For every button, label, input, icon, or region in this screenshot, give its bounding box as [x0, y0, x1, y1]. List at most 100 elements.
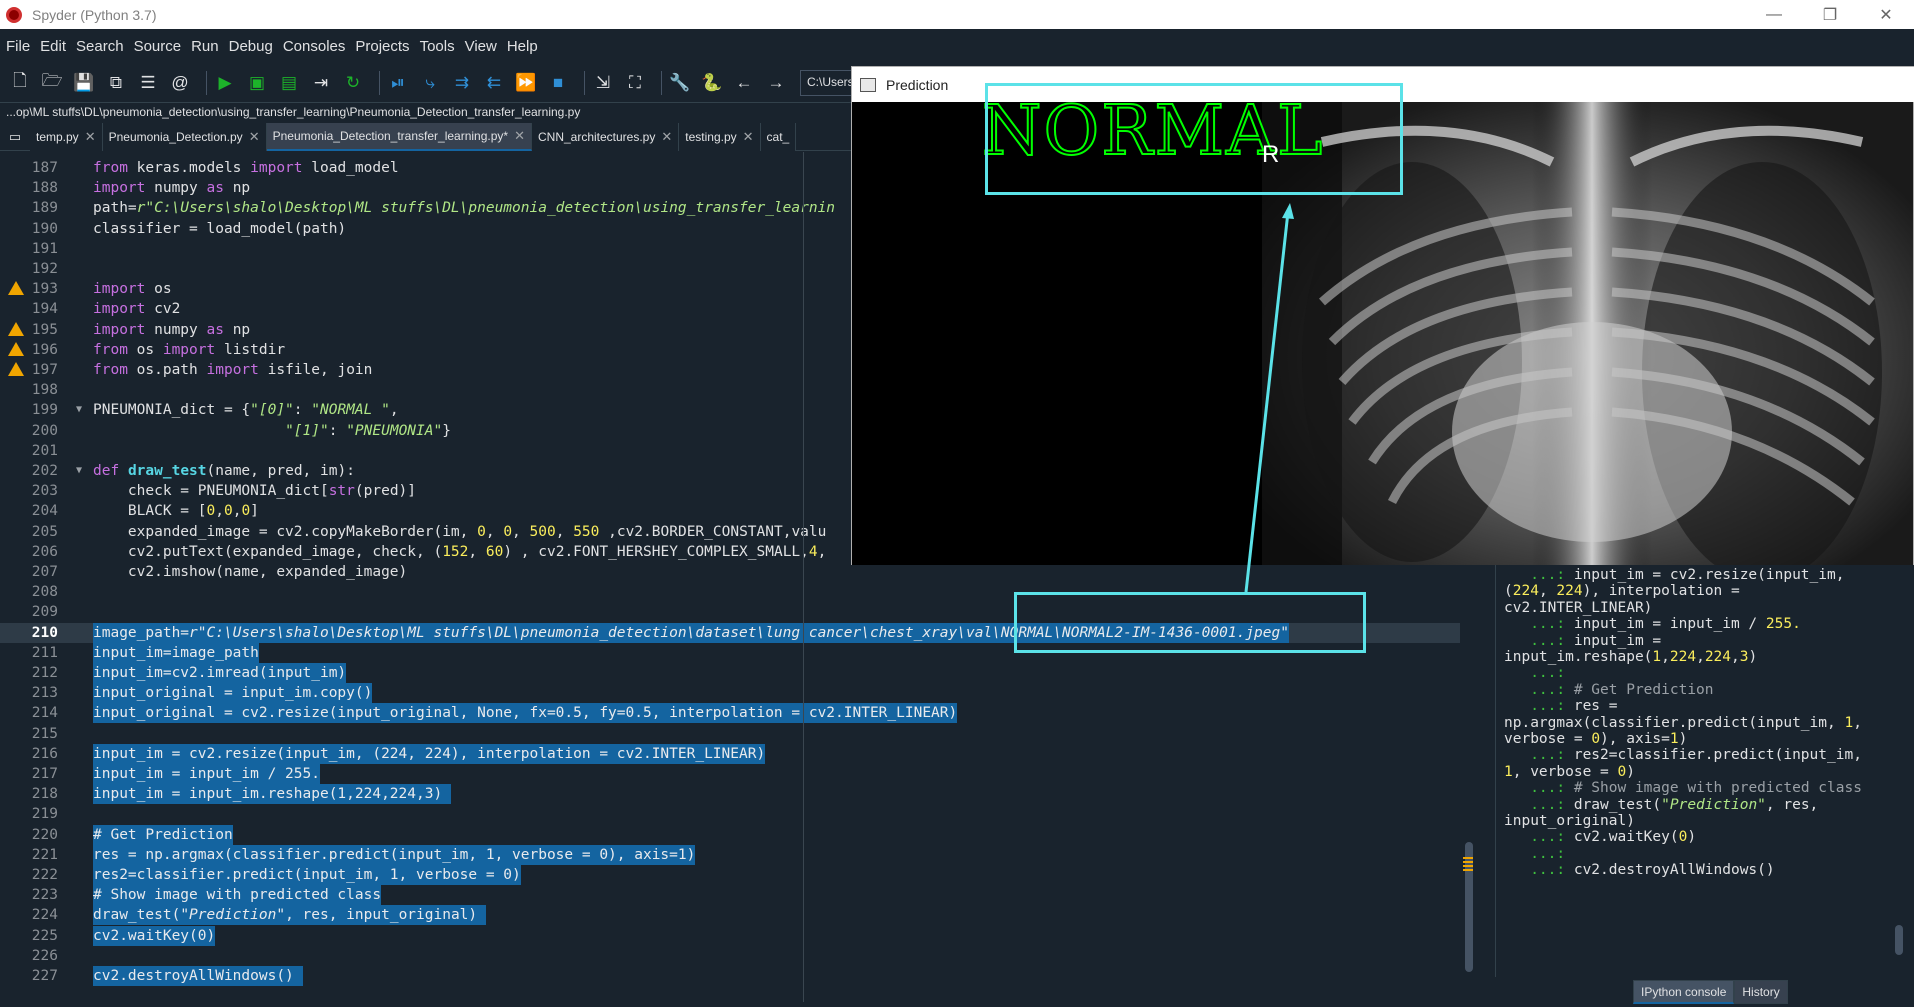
- tab-cat[interactable]: cat_: [760, 123, 797, 151]
- line-number: 207: [31, 564, 58, 580]
- code-text: import os: [93, 281, 172, 298]
- python-path-icon[interactable]: 🐍: [700, 71, 724, 95]
- code-line[interactable]: 222 res2=classifier.predict(input_im, 1, …: [0, 865, 1460, 885]
- menu-file[interactable]: File: [6, 38, 30, 55]
- code-line[interactable]: 214 input_original = cv2.resize(input_ori…: [0, 703, 1460, 724]
- line-number: 205: [31, 523, 58, 540]
- fullscreen-icon[interactable]: ⛶: [623, 71, 647, 95]
- menu-tools[interactable]: Tools: [420, 38, 455, 55]
- editor-tab-bar: ▭ temp.py ✕ Pneumonia_Detection.py ✕ Pneum…: [0, 123, 855, 151]
- line-number: 209: [31, 604, 58, 621]
- close-tab-icon[interactable]: ✕: [514, 128, 525, 144]
- maximize-pane-icon[interactable]: ⇲: [591, 71, 615, 95]
- line-number: 217: [31, 766, 58, 782]
- line-number: 219: [31, 806, 58, 823]
- list-icon[interactable]: ☰: [136, 71, 160, 95]
- code-line[interactable]: 219: [0, 804, 1460, 824]
- save-icon[interactable]: 💾: [72, 71, 96, 95]
- continue-icon[interactable]: ⏩: [514, 71, 538, 95]
- close-tab-icon[interactable]: ✕: [661, 129, 672, 145]
- menu-edit[interactable]: Edit: [40, 38, 66, 55]
- step-icon[interactable]: ⤷: [418, 71, 442, 95]
- code-line[interactable]: 215: [0, 724, 1460, 744]
- code-line[interactable]: 207 cv2.imshow(name, expanded_image): [0, 562, 1460, 582]
- line-number: 215: [31, 725, 58, 742]
- new-file-icon[interactable]: 🗋: [8, 71, 32, 95]
- run-selection-icon[interactable]: ⇥: [309, 71, 333, 95]
- window-title: Spyder (Python 3.7): [32, 6, 157, 23]
- code-line[interactable]: 218 input_im = input_im.reshape(1,224,224…: [0, 784, 1460, 805]
- code-line[interactable]: 223 # Show image with predicted class: [0, 885, 1460, 906]
- warning-markers: [1463, 857, 1473, 871]
- code-text: cv2.putText(expanded_image, check, (152,…: [93, 543, 827, 560]
- debug-icon[interactable]: ⏯: [386, 71, 410, 95]
- line-number: 214: [31, 705, 58, 722]
- run-cell-advance-icon[interactable]: ▤: [277, 71, 301, 95]
- menu-run[interactable]: Run: [191, 38, 219, 55]
- console-scrollbar-thumb[interactable]: [1895, 925, 1903, 955]
- menu-source[interactable]: Source: [134, 38, 182, 55]
- menu-search[interactable]: Search: [76, 38, 124, 55]
- back-arrow-icon[interactable]: ←: [732, 71, 756, 95]
- tab-label: CNN_architectures.py: [537, 130, 656, 144]
- code-line[interactable]: 224 draw_test("Prediction", res, input_or…: [0, 905, 1460, 926]
- close-tab-icon[interactable]: ✕: [743, 129, 754, 145]
- open-file-icon[interactable]: 🗁: [40, 71, 64, 95]
- tab-temp[interactable]: temp.py ✕: [30, 123, 103, 151]
- line-number: 216: [31, 745, 58, 762]
- menu-debug[interactable]: Debug: [229, 38, 273, 55]
- tab-cnn-architectures[interactable]: CNN_architectures.py ✕: [531, 123, 680, 151]
- annotation-box-label: [985, 83, 1403, 195]
- code-text: "[1]": "PNEUMONIA"}: [285, 422, 451, 439]
- rerun-icon[interactable]: ↻: [341, 71, 365, 95]
- code-line[interactable]: 216 input_im = cv2.resize(input_im, (224,…: [0, 743, 1460, 764]
- forward-arrow-icon[interactable]: →: [764, 71, 788, 95]
- code-text: input_original = input_im.copy(): [93, 683, 373, 704]
- minimize-button[interactable]: —: [1746, 0, 1802, 29]
- code-text: from keras.models import load_model: [93, 160, 399, 176]
- code-line[interactable]: 225 cv2.waitKey(0): [0, 925, 1460, 946]
- line-number: 202: [31, 463, 58, 479]
- code-text: input_im = input_im.reshape(1,224,224,3): [93, 784, 451, 805]
- code-text: input_im=cv2.imread(input_im): [93, 663, 347, 683]
- code-line[interactable]: 212 input_im=cv2.imread(input_im): [0, 663, 1460, 683]
- menu-help[interactable]: Help: [507, 38, 538, 55]
- fold-toggle-icon[interactable]: ▼: [76, 461, 82, 481]
- code-line[interactable]: 217 input_im = input_im / 255.: [0, 764, 1460, 784]
- step-into-icon[interactable]: ⇉: [450, 71, 474, 95]
- tab-testing[interactable]: testing.py ✕: [679, 123, 761, 151]
- console-scrollbar[interactable]: [1895, 565, 1903, 965]
- line-number: 224: [31, 907, 58, 924]
- tab-ipython-console[interactable]: IPython console: [1633, 980, 1735, 1004]
- code-line[interactable]: 226: [0, 946, 1460, 966]
- close-tab-icon[interactable]: ✕: [85, 129, 96, 145]
- browse-tabs-icon[interactable]: ▭: [0, 123, 30, 151]
- code-text: cv2.destroyAllWindows(): [93, 966, 303, 986]
- menu-view[interactable]: View: [465, 38, 497, 55]
- code-line[interactable]: 227 cv2.destroyAllWindows(): [0, 966, 1460, 986]
- preferences-wrench-icon[interactable]: 🔧: [668, 71, 692, 95]
- code-line[interactable]: 221 res = np.argmax(classifier.predict(in…: [0, 844, 1460, 865]
- tab-history[interactable]: History: [1734, 980, 1788, 1004]
- code-line[interactable]: 220 # Get Prediction: [0, 824, 1460, 845]
- tab-label: Pneumonia_Detection_transfer_learning.py…: [272, 129, 509, 143]
- menu-projects[interactable]: Projects: [355, 38, 409, 55]
- tab-label: testing.py: [685, 130, 737, 144]
- close-button[interactable]: ✕: [1858, 0, 1914, 29]
- run-cell-icon[interactable]: ▣: [245, 71, 269, 95]
- step-return-icon[interactable]: ⇇: [482, 71, 506, 95]
- tab-pneumonia-transfer-learning[interactable]: Pneumonia_Detection_transfer_learning.py…: [266, 123, 532, 151]
- save-all-icon[interactable]: ⧉: [104, 71, 128, 95]
- restore-button[interactable]: ❐: [1802, 0, 1858, 29]
- tab-pneumonia-detection[interactable]: Pneumonia_Detection.py ✕: [102, 123, 267, 151]
- line-number: 223: [31, 887, 58, 904]
- at-icon[interactable]: @: [168, 71, 192, 95]
- toolbar-separator: [379, 70, 380, 95]
- run-icon[interactable]: ▶: [213, 71, 237, 95]
- close-tab-icon[interactable]: ✕: [249, 129, 260, 145]
- menu-consoles[interactable]: Consoles: [283, 38, 346, 55]
- code-line[interactable]: 213 input_original = input_im.copy(): [0, 683, 1460, 704]
- ipython-console[interactable]: ...: input_im = cv2.resize(input_im, (224…: [1495, 565, 1905, 977]
- stop-debug-icon[interactable]: ■: [546, 71, 570, 95]
- fold-toggle-icon[interactable]: ▼: [76, 400, 82, 420]
